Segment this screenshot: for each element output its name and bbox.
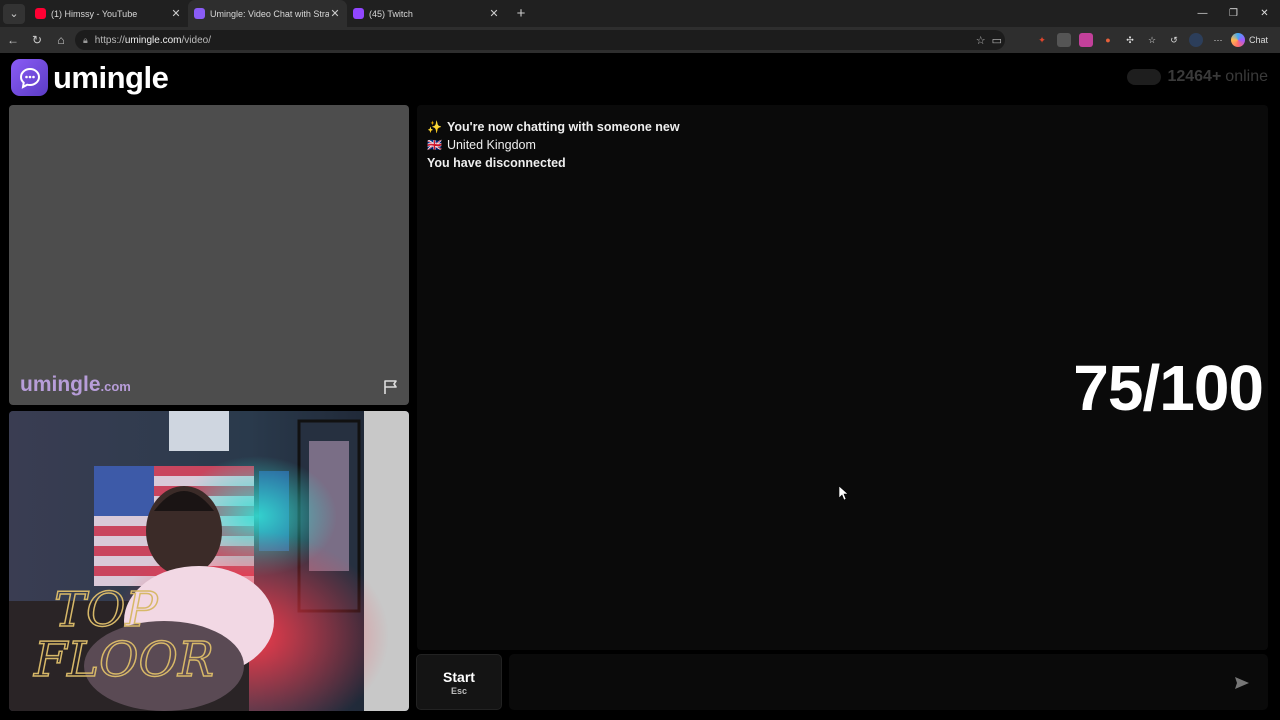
chat-message-input[interactable] <box>509 654 1268 710</box>
reload-icon[interactable]: ↻ <box>25 28 49 52</box>
system-message-country: 🇬🇧 United Kingdom <box>427 138 536 152</box>
online-suffix: online <box>1225 68 1268 85</box>
extension-shield-icon[interactable] <box>1079 33 1093 47</box>
lock-icon: 🔒︎ <box>83 34 88 45</box>
restore-icon[interactable]: ❐ <box>1218 0 1249 27</box>
message-text: You have disconnected <box>427 156 566 170</box>
svg-text:TOP: TOP <box>54 582 158 638</box>
tab-label: (1) Himssy - YouTube <box>51 8 138 19</box>
extension-paint-icon[interactable]: ● <box>1101 33 1115 47</box>
youtube-favicon-icon <box>35 8 46 19</box>
browser-toolbar: ← ↻ ⌂ 🔒︎ https:// umingle.com /video/ ☆ … <box>0 27 1280 53</box>
chat-log-panel: ✨ You're now chatting with someone new 🇬… <box>417 105 1268 650</box>
extension-maple-icon[interactable]: ✦ <box>1035 33 1049 47</box>
score-overlay: 75/100 <box>1073 352 1264 424</box>
umingle-watermark: umingle.com <box>20 373 131 397</box>
online-count: 12464+ <box>1167 68 1222 85</box>
extension-box-icon[interactable] <box>1057 33 1071 47</box>
new-tab-icon[interactable]: + <box>510 5 532 22</box>
address-bar-actions: ☆ ▭ <box>976 30 1002 50</box>
favorite-star-icon[interactable]: ☆ <box>976 34 986 47</box>
tab-umingle[interactable]: Umingle: Video Chat with Stra ✕ <box>188 0 347 27</box>
browser-tab-bar: ⌄ (1) Himssy - YouTube ✕ Umingle: Video … <box>0 0 1280 27</box>
profile-avatar-icon[interactable] <box>1189 33 1203 47</box>
copilot-chat-button[interactable]: Chat <box>1230 30 1268 50</box>
umingle-favicon-icon <box>194 8 205 19</box>
tab-label: Umingle: Video Chat with Stra <box>210 8 329 19</box>
tab-list-menu-button[interactable]: ⌄ <box>3 3 25 24</box>
favorites-icon[interactable]: ☆ <box>1145 33 1159 47</box>
twitch-favicon-icon <box>353 8 364 19</box>
tab-label: (45) Twitch <box>369 8 413 19</box>
url-prefix: https:// <box>94 34 125 46</box>
webcam-frame: TOP FLOOR <box>9 411 409 711</box>
mouse-cursor-icon <box>839 486 849 500</box>
extensions-puzzle-icon[interactable]: ✣ <box>1123 33 1137 47</box>
watermark-main: umingle <box>20 373 101 396</box>
close-window-icon[interactable]: ✕ <box>1249 0 1280 27</box>
system-message-disconnected: You have disconnected <box>427 156 566 170</box>
url-path: /video/ <box>181 34 211 46</box>
address-bar[interactable]: 🔒︎ https:// umingle.com /video/ <box>75 30 1005 50</box>
theme-toggle[interactable] <box>1127 69 1162 85</box>
system-message-connected: ✨ You're now chatting with someone new <box>427 120 680 134</box>
sparkles-icon: ✨ <box>427 120 442 134</box>
extensions-row: ✦ ● ✣ ☆ ↺ ⋯ <box>1035 30 1225 50</box>
watermark-domain: .com <box>100 379 131 394</box>
start-button[interactable]: Start Esc <box>416 654 502 710</box>
uk-flag-icon: 🇬🇧 <box>427 138 442 152</box>
start-label: Start <box>443 668 475 685</box>
window-controls: — ❐ ✕ <box>1187 0 1280 27</box>
back-icon[interactable]: ← <box>1 28 25 52</box>
copilot-label: Chat <box>1248 35 1268 45</box>
svg-text:FLOOR: FLOOR <box>33 632 214 688</box>
self-webcam-video: TOP FLOOR <box>9 411 409 711</box>
close-tab-icon[interactable]: ✕ <box>488 7 500 20</box>
start-hotkey: Esc <box>450 685 467 696</box>
camera-permission-icon[interactable]: ▭ <box>992 34 1002 47</box>
history-icon[interactable]: ↺ <box>1167 33 1181 47</box>
online-counter: 12464+ online <box>1127 68 1268 86</box>
report-flag-icon[interactable] <box>382 378 400 396</box>
umingle-page: umingle 12464+ online umingle.com TOP FL… <box>0 53 1280 720</box>
close-tab-icon[interactable]: ✕ <box>329 7 341 20</box>
url-host: umingle.com <box>124 34 182 46</box>
message-text: United Kingdom <box>446 138 536 152</box>
more-menu-icon[interactable]: ⋯ <box>1211 33 1225 47</box>
send-icon[interactable] <box>1234 676 1250 690</box>
home-icon[interactable]: ⌂ <box>49 28 73 52</box>
tab-youtube[interactable]: (1) Himssy - YouTube ✕ <box>29 0 188 27</box>
brand-name: umingle <box>53 59 169 95</box>
tab-twitch[interactable]: (45) Twitch ✕ <box>347 0 506 27</box>
copilot-icon <box>1230 33 1245 47</box>
message-text: You're now chatting with someone new <box>446 120 680 134</box>
brand-logo[interactable]: umingle <box>11 59 169 96</box>
minimize-icon[interactable]: — <box>1187 0 1218 27</box>
chat-bubble-icon <box>11 59 48 96</box>
close-tab-icon[interactable]: ✕ <box>170 7 182 20</box>
stranger-video: umingle.com <box>9 105 409 405</box>
